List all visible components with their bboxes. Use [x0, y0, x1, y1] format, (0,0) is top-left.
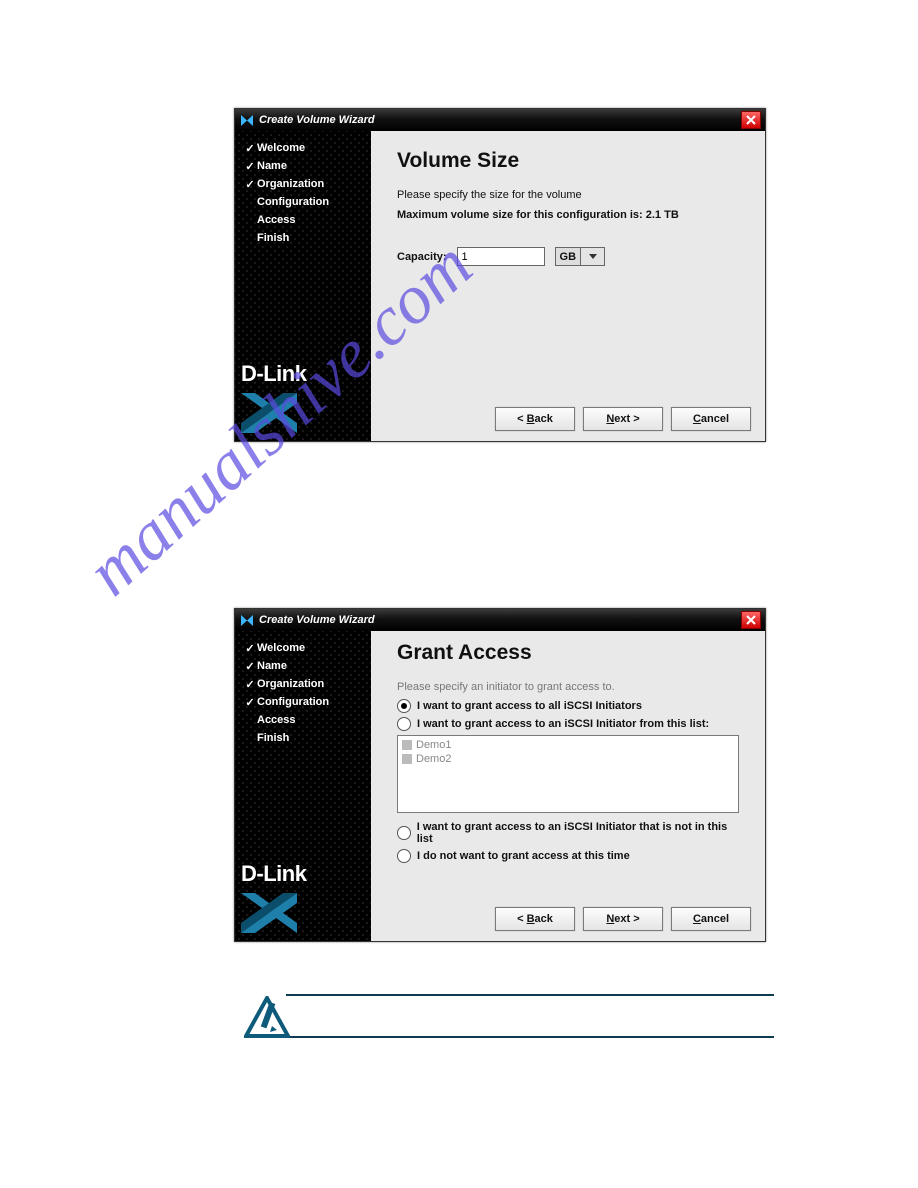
next-button[interactable]: Next >	[583, 407, 663, 431]
wizard-grant-access: Create Volume Wizard ✓Welcome ✓Name ✓Org…	[234, 608, 766, 942]
step-configuration: Configuration	[243, 193, 371, 211]
window-title: Create Volume Wizard	[259, 114, 375, 126]
step-welcome: ✓Welcome	[243, 639, 371, 657]
wizard-volume-size: Create Volume Wizard ✓Welcome ✓Name ✓Org…	[234, 108, 766, 442]
step-configuration: ✓Configuration	[243, 693, 371, 711]
brand-block: D-Link	[235, 361, 371, 441]
cancel-button[interactable]: Cancel	[671, 907, 751, 931]
capacity-unit-select[interactable]: GB	[555, 247, 606, 266]
cancel-button[interactable]: Cancel	[671, 407, 751, 431]
max-size-text: Maximum volume size for this configurati…	[397, 209, 739, 221]
initiator-icon	[402, 754, 412, 764]
page-heading: Grant Access	[397, 641, 739, 665]
brand-logo: D-Link	[241, 361, 365, 387]
step-finish: Finish	[243, 729, 371, 747]
step-welcome: ✓Welcome	[243, 139, 371, 157]
wizard-sidebar: ✓Welcome ✓Name ✓Organization ✓Configurat…	[235, 631, 371, 941]
brand-logo: D-Link	[241, 861, 365, 887]
list-item[interactable]: Demo2	[402, 752, 734, 766]
back-button[interactable]: < Back	[495, 907, 575, 931]
chevron-down-icon	[580, 248, 604, 265]
step-name: ✓Name	[243, 157, 371, 175]
radio-grant-from-list[interactable]: I want to grant access to an iSCSI Initi…	[397, 717, 739, 731]
pencil-triangle-icon	[244, 996, 290, 1038]
check-icon: ✓	[243, 642, 257, 655]
capacity-unit-value: GB	[556, 251, 581, 263]
radio-icon	[397, 849, 411, 863]
check-icon: ✓	[243, 696, 257, 709]
app-icon	[241, 115, 253, 126]
check-icon: ✓	[243, 678, 257, 691]
radio-grant-none[interactable]: I do not want to grant access at this ti…	[397, 849, 739, 863]
window-title: Create Volume Wizard	[259, 614, 375, 626]
check-icon: ✓	[243, 142, 257, 155]
instruction-text: Please specify the size for the volume	[397, 189, 739, 201]
check-icon: ✓	[243, 178, 257, 191]
check-icon: ✓	[243, 160, 257, 173]
step-name: ✓Name	[243, 657, 371, 675]
brand-x-icon	[241, 893, 365, 933]
wizard-content: Grant Access Please specify an initiator…	[371, 631, 765, 941]
page-heading: Volume Size	[397, 149, 739, 173]
wizard-sidebar: ✓Welcome ✓Name ✓Organization Configurati…	[235, 131, 371, 441]
radio-icon	[397, 826, 411, 840]
radio-grant-all[interactable]: I want to grant access to all iSCSI Init…	[397, 699, 739, 713]
radio-grant-not-in-list[interactable]: I want to grant access to an iSCSI Initi…	[397, 821, 739, 845]
brand-x-icon	[241, 393, 365, 433]
titlebar[interactable]: Create Volume Wizard	[235, 109, 765, 131]
step-organization: ✓Organization	[243, 675, 371, 693]
app-icon	[241, 615, 253, 626]
step-finish: Finish	[243, 229, 371, 247]
step-access: Access	[243, 211, 371, 229]
next-button[interactable]: Next >	[583, 907, 663, 931]
radio-icon	[397, 717, 411, 731]
capacity-label: Capacity:	[397, 251, 447, 263]
close-button[interactable]	[741, 611, 761, 629]
check-icon: ✓	[243, 660, 257, 673]
list-item[interactable]: Demo1	[402, 738, 734, 752]
wizard-content: Volume Size Please specify the size for …	[371, 131, 765, 441]
radio-icon	[397, 699, 411, 713]
note-block	[214, 994, 774, 1038]
initiator-list[interactable]: Demo1 Demo2	[397, 735, 739, 813]
back-button[interactable]: < Back	[495, 407, 575, 431]
instruction-text: Please specify an initiator to grant acc…	[397, 681, 739, 693]
titlebar[interactable]: Create Volume Wizard	[235, 609, 765, 631]
step-access: Access	[243, 711, 371, 729]
initiator-icon	[402, 740, 412, 750]
capacity-input[interactable]	[457, 247, 545, 266]
step-organization: ✓Organization	[243, 175, 371, 193]
close-button[interactable]	[741, 111, 761, 129]
brand-block: D-Link	[235, 861, 371, 941]
